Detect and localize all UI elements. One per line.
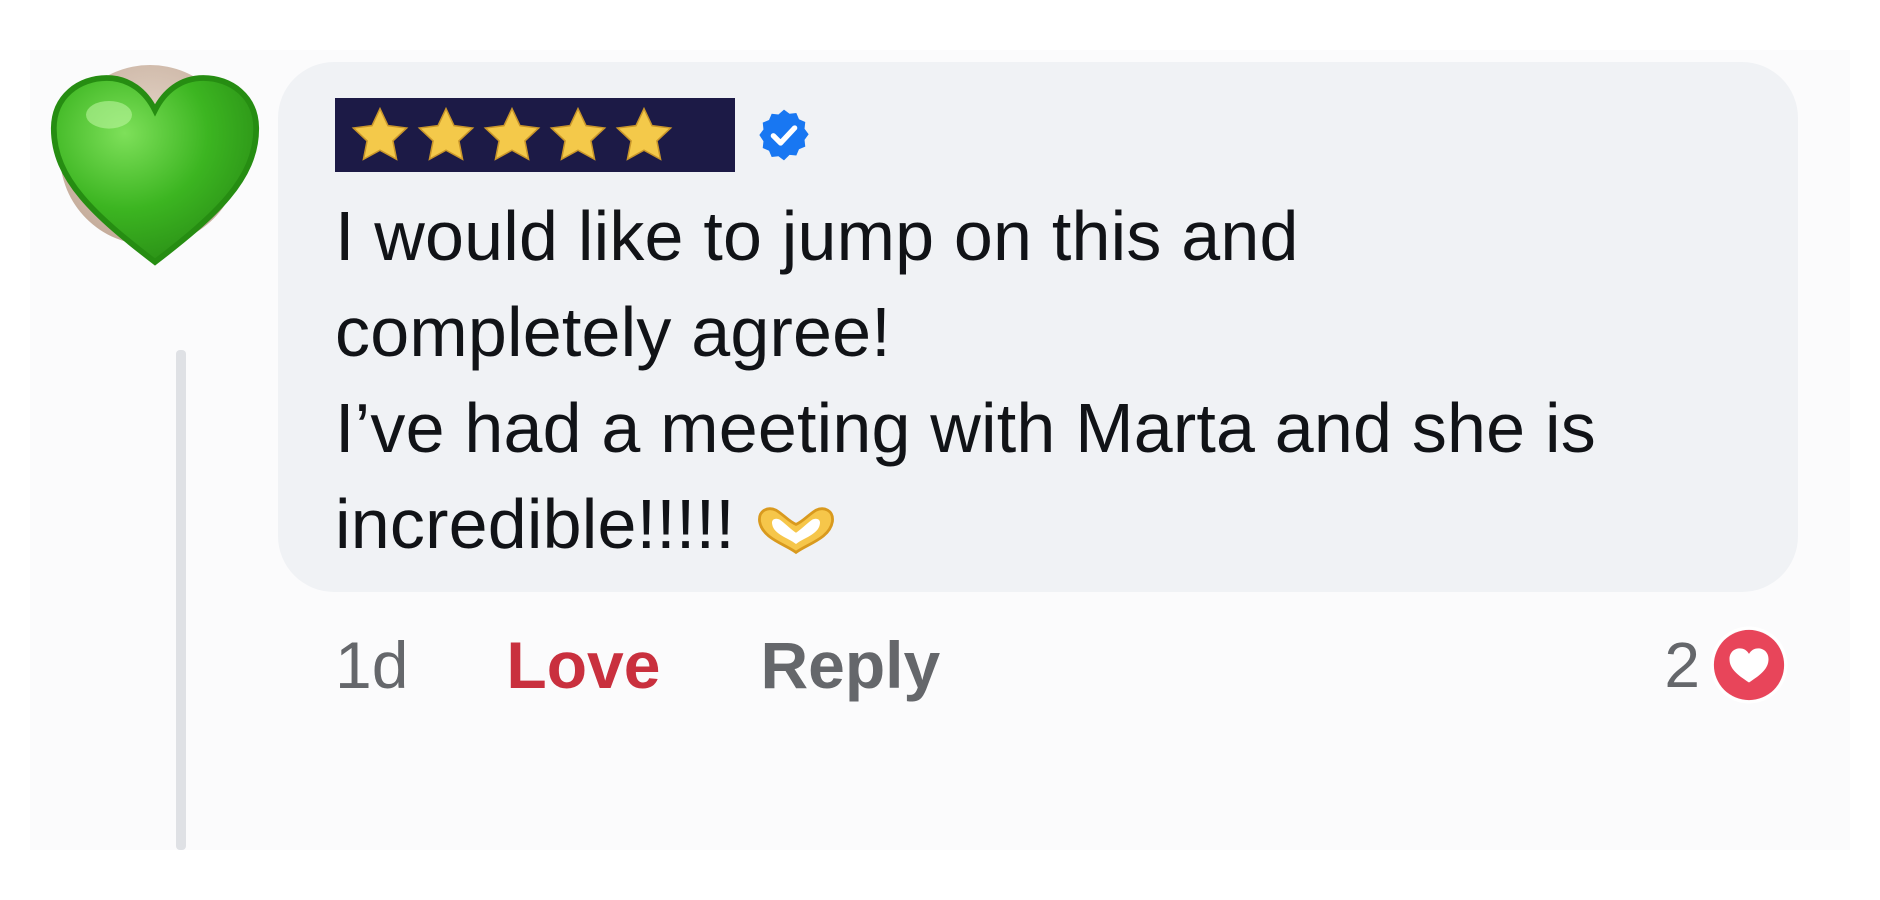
star-icon bbox=[549, 106, 607, 161]
comment-author[interactable] bbox=[335, 96, 813, 174]
love-button[interactable]: Love bbox=[506, 627, 660, 703]
redacted-author-name bbox=[335, 98, 735, 172]
star-icon bbox=[483, 106, 541, 161]
reply-button[interactable]: Reply bbox=[760, 627, 940, 703]
comment-actions: 1d Love Reply bbox=[335, 620, 940, 710]
comment-line-last: incredible!!!!! bbox=[335, 476, 1775, 572]
comment-text: I would like to jump on this and complet… bbox=[335, 188, 1775, 572]
avatar[interactable] bbox=[50, 65, 260, 266]
star-icon bbox=[351, 106, 409, 161]
green-heart-icon bbox=[50, 75, 260, 266]
reaction-summary[interactable]: 2 bbox=[1664, 620, 1788, 710]
comment-line: I’ve had a meeting with Marta and she is bbox=[335, 389, 1596, 467]
star-icon bbox=[615, 106, 673, 161]
star-icon bbox=[417, 106, 475, 161]
thread-line bbox=[176, 350, 186, 850]
comment-line: completely agree! bbox=[335, 293, 891, 371]
comment-line: incredible!!!!! bbox=[335, 485, 735, 563]
verified-badge-icon bbox=[759, 109, 809, 161]
heart-hands-icon bbox=[758, 507, 834, 555]
comment-line: I would like to jump on this and bbox=[335, 197, 1299, 275]
reaction-count: 2 bbox=[1664, 629, 1700, 701]
love-reaction-icon bbox=[1710, 626, 1788, 704]
comment-timestamp[interactable]: 1d bbox=[335, 627, 408, 703]
